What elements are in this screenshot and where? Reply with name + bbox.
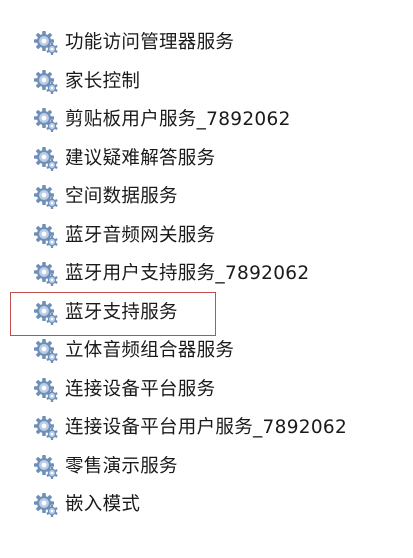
service-item-bluetooth-audio-gateway[interactable]: 蓝牙音频网关服务: [0, 217, 413, 256]
service-name: 蓝牙音频网关服务: [65, 224, 216, 246]
service-name: 立体音频组合器服务: [65, 340, 235, 361]
gear-icon: [33, 30, 59, 56]
service-item-spatial-audio-combiner[interactable]: 立体音频组合器服务: [0, 332, 413, 371]
service-name: 建议疑难解答服务: [65, 147, 216, 169]
gear-icon: [33, 69, 59, 95]
gear-icon: [33, 454, 59, 480]
services-list: 功能访问管理器服务 家长控制 剪贴板用户服务_7892062 建议疑难解答服务 …: [0, 24, 413, 525]
service-name: 家长控制: [65, 70, 141, 92]
service-name: 蓝牙用户支持服务_7892062: [65, 263, 310, 284]
service-item-retail-demo[interactable]: 零售演示服务: [0, 448, 413, 487]
gear-icon: [33, 184, 59, 210]
service-item-connected-devices-platform-user[interactable]: 连接设备平台用户服务_7892062: [0, 409, 413, 448]
service-name: 空间数据服务: [65, 186, 178, 207]
gear-icon: [33, 492, 59, 518]
service-name: 连接设备平台用户服务_7892062: [65, 417, 348, 438]
service-item-bluetooth-support[interactable]: 蓝牙支持服务: [0, 294, 413, 333]
service-item-recommended-troubleshooting[interactable]: 建议疑难解答服务: [0, 140, 413, 179]
gear-icon: [33, 261, 59, 287]
service-item-embedded-mode[interactable]: 嵌入模式: [0, 486, 413, 525]
gear-icon: [33, 415, 59, 441]
service-item-clipboard-user[interactable]: 剪贴板用户服务_7892062: [0, 101, 413, 140]
service-item-parental-controls[interactable]: 家长控制: [0, 63, 413, 102]
service-item-spatial-data[interactable]: 空间数据服务: [0, 178, 413, 217]
gear-icon: [33, 300, 59, 326]
gear-icon: [33, 377, 59, 403]
service-name: 零售演示服务: [65, 455, 178, 477]
gear-icon: [33, 107, 59, 133]
gear-icon: [33, 223, 59, 249]
service-name: 蓝牙支持服务: [65, 301, 178, 323]
gear-icon: [33, 338, 59, 364]
service-item-connected-devices-platform[interactable]: 连接设备平台服务: [0, 371, 413, 410]
service-name: 功能访问管理器服务: [65, 32, 235, 53]
service-item-bluetooth-user-support[interactable]: 蓝牙用户支持服务_7892062: [0, 255, 413, 294]
gear-icon: [33, 146, 59, 172]
service-name: 连接设备平台服务: [65, 378, 216, 400]
service-name: 剪贴板用户服务_7892062: [65, 109, 291, 130]
service-name: 嵌入模式: [65, 494, 141, 515]
service-item-feature-access-manager[interactable]: 功能访问管理器服务: [0, 24, 413, 63]
